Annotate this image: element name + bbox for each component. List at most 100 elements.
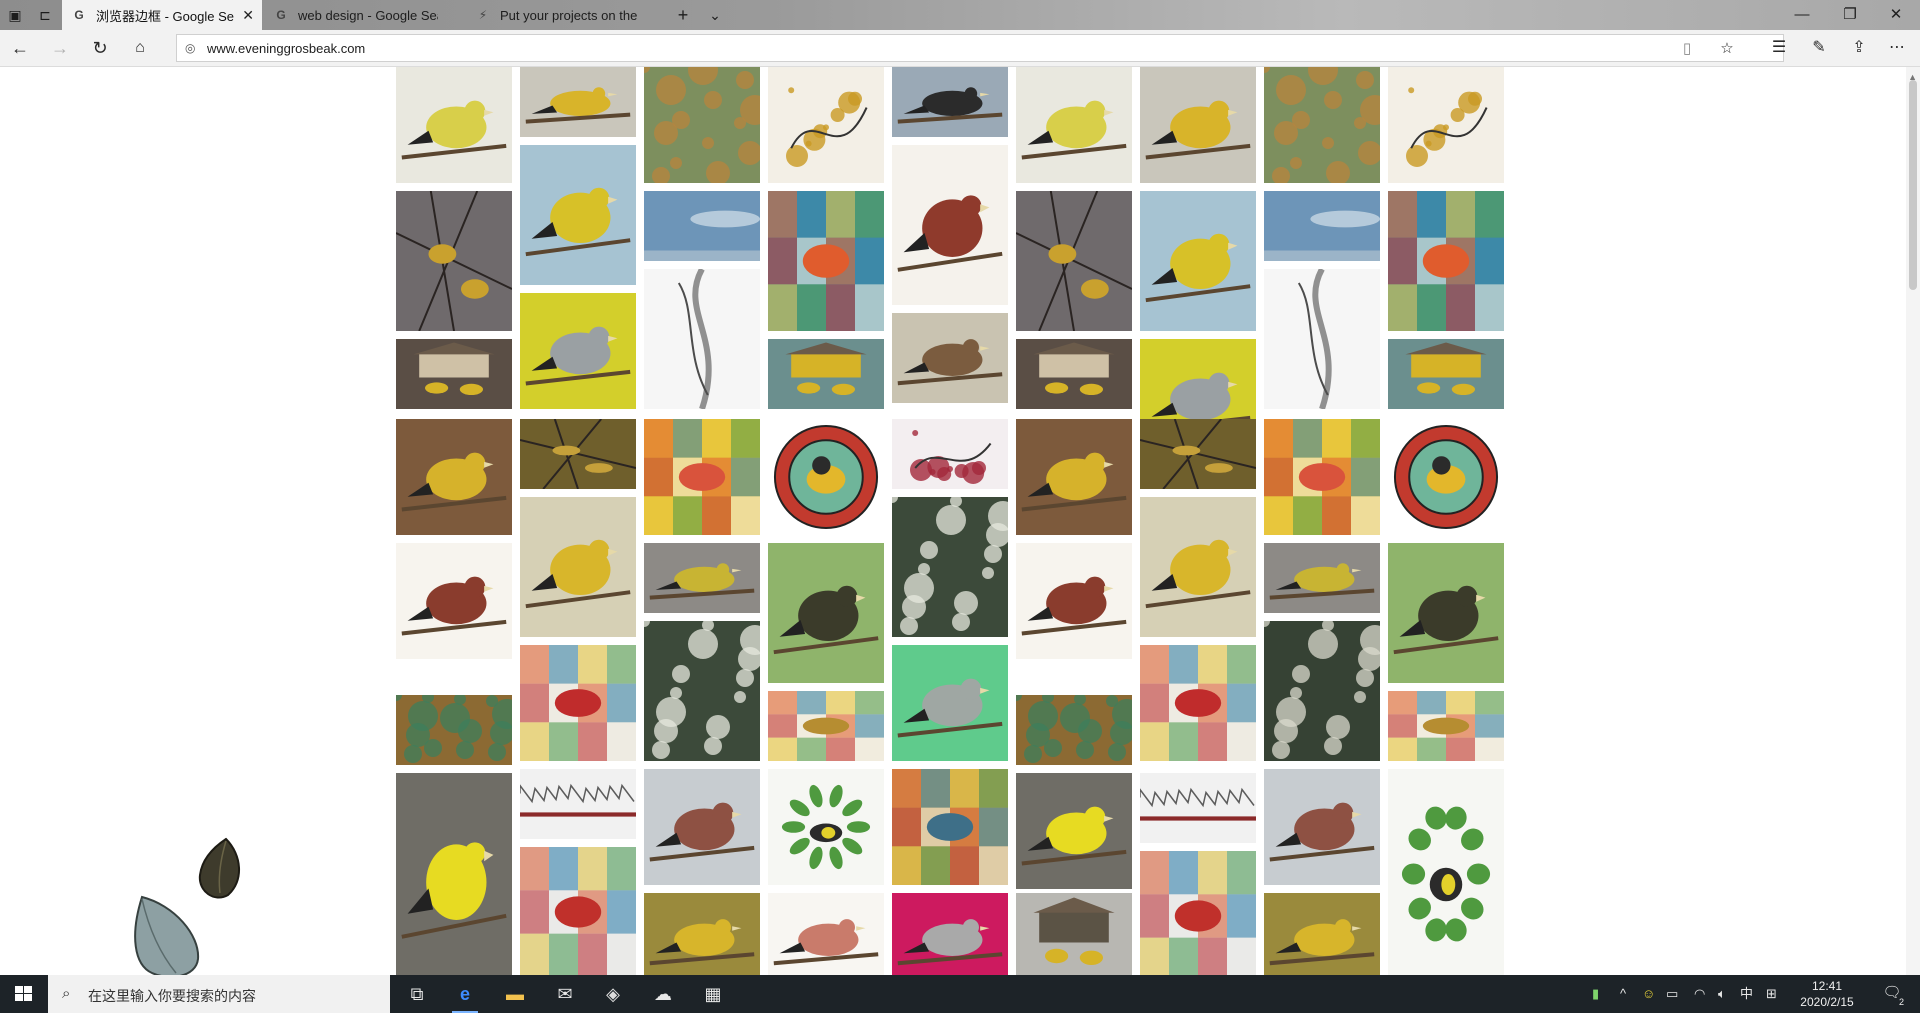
gallery-tile-tit-green-reflection[interactable] [768,543,884,683]
gallery-tile-grosbeaks-bare-tree[interactable] [396,191,512,331]
gallery-tile-birds-snow-cardinal[interactable] [520,847,636,975]
gallery-tile-abstract-splatter[interactable] [892,419,1008,489]
taskbar-search[interactable]: ⌕ 在这里输入你要搜索的内容 [48,975,390,1013]
gallery-tile-evening-grosbeak-badge[interactable] [768,419,884,535]
gallery-tile-tit-wings-spread[interactable] [644,543,760,613]
site-info-icon[interactable]: ◎ [185,41,199,55]
gallery-tile-grosbeak-branch-photo[interactable] [520,67,636,137]
gallery-tile-finches-illustration[interactable] [396,543,512,659]
gallery-tile-grosbeaks-olive-branch[interactable] [520,419,636,489]
address-bar[interactable]: ◎ www.eveninggrosbeak.com ▯ ☆ [176,34,1784,62]
gallery-tile-sparrow-poster[interactable] [892,313,1008,403]
gallery-tile-golden-birds-pattern[interactable] [768,691,884,761]
favorite-star-icon[interactable]: ☆ [1717,39,1737,59]
gallery-tile-grosbeaks-feeder-teal[interactable] [1388,339,1504,409]
gallery-tile-grosbeaks-feeder-teal[interactable] [768,339,884,409]
windows-start-icon[interactable] [0,975,48,1013]
gallery-tile-sparrow-yellow-print[interactable] [520,293,636,409]
gallery-tile-blossom-dark-bush[interactable] [644,621,760,761]
gallery-tile-grosbeak-pine-painting[interactable] [1016,419,1132,535]
home-icon[interactable]: ⌂ [128,37,152,59]
address-url[interactable]: www.eveninggrosbeak.com [207,41,365,56]
gallery-tile-ink-drip-tree[interactable] [1264,269,1380,409]
dropbox-icon[interactable]: ◈ [600,981,626,1007]
power-icon[interactable]: ▭ [1666,985,1678,1003]
close-tab-icon[interactable]: ✕ [242,7,254,23]
gallery-tile-two-finches-sketch[interactable] [768,893,884,975]
gallery-tile-bird-blossoms-green[interactable] [1264,621,1380,761]
file-explorer-icon[interactable]: ▬ [502,981,528,1007]
search-placeholder[interactable]: 在这里输入你要搜索的内容 [88,986,256,1006]
tab-preview-icon[interactable]: ⊏ [36,6,54,24]
gallery-tile-wagtails-wallpaper[interactable] [1016,67,1132,183]
gallery-tile-finches-illustration[interactable] [1016,543,1132,659]
gallery-tile-ink-drip-tree[interactable] [644,269,760,409]
mail-icon[interactable]: ✉ [552,981,578,1007]
favorites-hub-icon[interactable]: ☰ [1768,37,1790,59]
gallery-tile-shrike-illustration[interactable] [892,145,1008,305]
gallery-tile-golden-birds-pattern[interactable] [1388,691,1504,761]
ime-chinese-label[interactable]: 中 [1740,985,1753,1003]
gallery-tile-birds-audubon[interactable] [892,769,1008,885]
gallery-tile-grosbeaks-bare-tree[interactable] [1016,191,1132,331]
gallery-tile-birds-colorful-collage[interactable] [768,191,884,331]
volume-icon[interactable]: 🔈︎ [1718,985,1726,1003]
gallery-tile-bird-yellow-ground[interactable] [1264,893,1380,975]
reading-view-icon[interactable]: ▯ [1677,39,1697,59]
gallery-tile-canary-feeder[interactable] [396,773,512,975]
gallery-tile-canary-feeder[interactable] [1016,773,1132,889]
gallery-tile-evening-grosbeak-badge[interactable] [1388,419,1504,535]
smiley-app-icon[interactable]: ☺ [1642,985,1655,1003]
gallery-tile-parrots-autumn[interactable] [396,695,512,765]
gallery-tile-parrots-autumn[interactable] [1016,695,1132,765]
gallery-tile-grosbeak-confetti[interactable] [1140,497,1256,637]
tab-projects[interactable]: ⚡ Put your projects on the We [466,0,666,30]
gallery-tile-sparrow-pink-print[interactable] [892,893,1008,975]
forward-icon[interactable]: → [48,37,72,59]
pen-notes-icon[interactable]: ✎ [1808,37,1830,59]
gallery-tile-rosefinch-gray[interactable] [644,769,760,885]
gallery-tile-bird-feeder-snow[interactable] [1016,339,1132,409]
tab-active[interactable]: G 浏览器边框 - Google Se ✕ [62,0,262,30]
refresh-icon[interactable]: ↻ [88,37,112,59]
gallery-tile-grosbeak-yellow-painting[interactable] [520,145,636,285]
keyboard-grid-icon[interactable]: ⊞ [1766,985,1777,1003]
wifi-icon[interactable]: ◠ [1694,985,1705,1003]
task-view-icon[interactable]: ⧉ [404,981,430,1007]
gallery-tile-grosbeaks-olive-branch[interactable] [1140,419,1256,489]
gallery-tile-wagtails-wallpaper[interactable] [396,67,512,183]
gallery-tile-sparrow-mint-print[interactable] [892,645,1008,761]
app-window-icon[interactable]: ▦ [700,981,726,1007]
close-window-icon[interactable]: ✕ [1876,4,1916,26]
gallery-tile-birds-tree-collage[interactable] [644,67,760,183]
gallery-tile-birds-doodle-collage[interactable] [1140,645,1256,761]
gallery-tile-grosbeak-confetti[interactable] [520,497,636,637]
app-icon[interactable]: ☁ [650,981,676,1007]
back-icon[interactable]: ← [8,37,32,59]
gallery-tile-bird-yellow-ground[interactable] [644,893,760,975]
gallery-tile-tit-wings-spread[interactable] [1264,543,1380,613]
gallery-tile-grosbeak-ink-splash[interactable] [768,67,884,183]
tab-list-icon[interactable]: ⌄ [706,6,724,24]
gallery-tile-rosefinch-gray[interactable] [1264,769,1380,885]
share-icon[interactable]: ⇪ [1848,37,1870,59]
gallery-tile-tit-green-reflection[interactable] [1388,543,1504,683]
notification-center-icon[interactable]: 🗨︎ 2 [1880,983,1904,1007]
gallery-tile-sky-clouds[interactable] [1264,191,1380,261]
battery-icon[interactable]: ▮ [1592,985,1599,1003]
gallery-tile-grosbeak-ink-splash[interactable] [1388,67,1504,183]
more-menu-icon[interactable]: ⋯ [1886,37,1908,59]
gallery-tile-chaffinch-pattern[interactable] [1264,419,1380,535]
minimize-icon[interactable]: — [1782,4,1822,26]
gallery-tile-birds-snow-cardinal[interactable] [1140,851,1256,975]
taskbar-clock[interactable]: 12:41 2020/2/15 [1788,978,1866,1010]
scrollbar-thumb[interactable] [1909,80,1917,290]
gallery-tile-chaffinch-pattern[interactable] [644,419,760,535]
tab-actions-icon[interactable]: ▣ [6,6,24,24]
gallery-tile-warbler-leaves[interactable] [768,769,884,885]
tab-web-design[interactable]: G web design - Google Search [264,0,464,30]
gallery-tile-sound-waveform[interactable] [1140,773,1256,843]
new-tab-icon[interactable]: + [674,6,692,24]
gallery-tile-tit-reflection-water[interactable] [892,67,1008,137]
gallery-tile-sound-waveform[interactable] [520,769,636,839]
